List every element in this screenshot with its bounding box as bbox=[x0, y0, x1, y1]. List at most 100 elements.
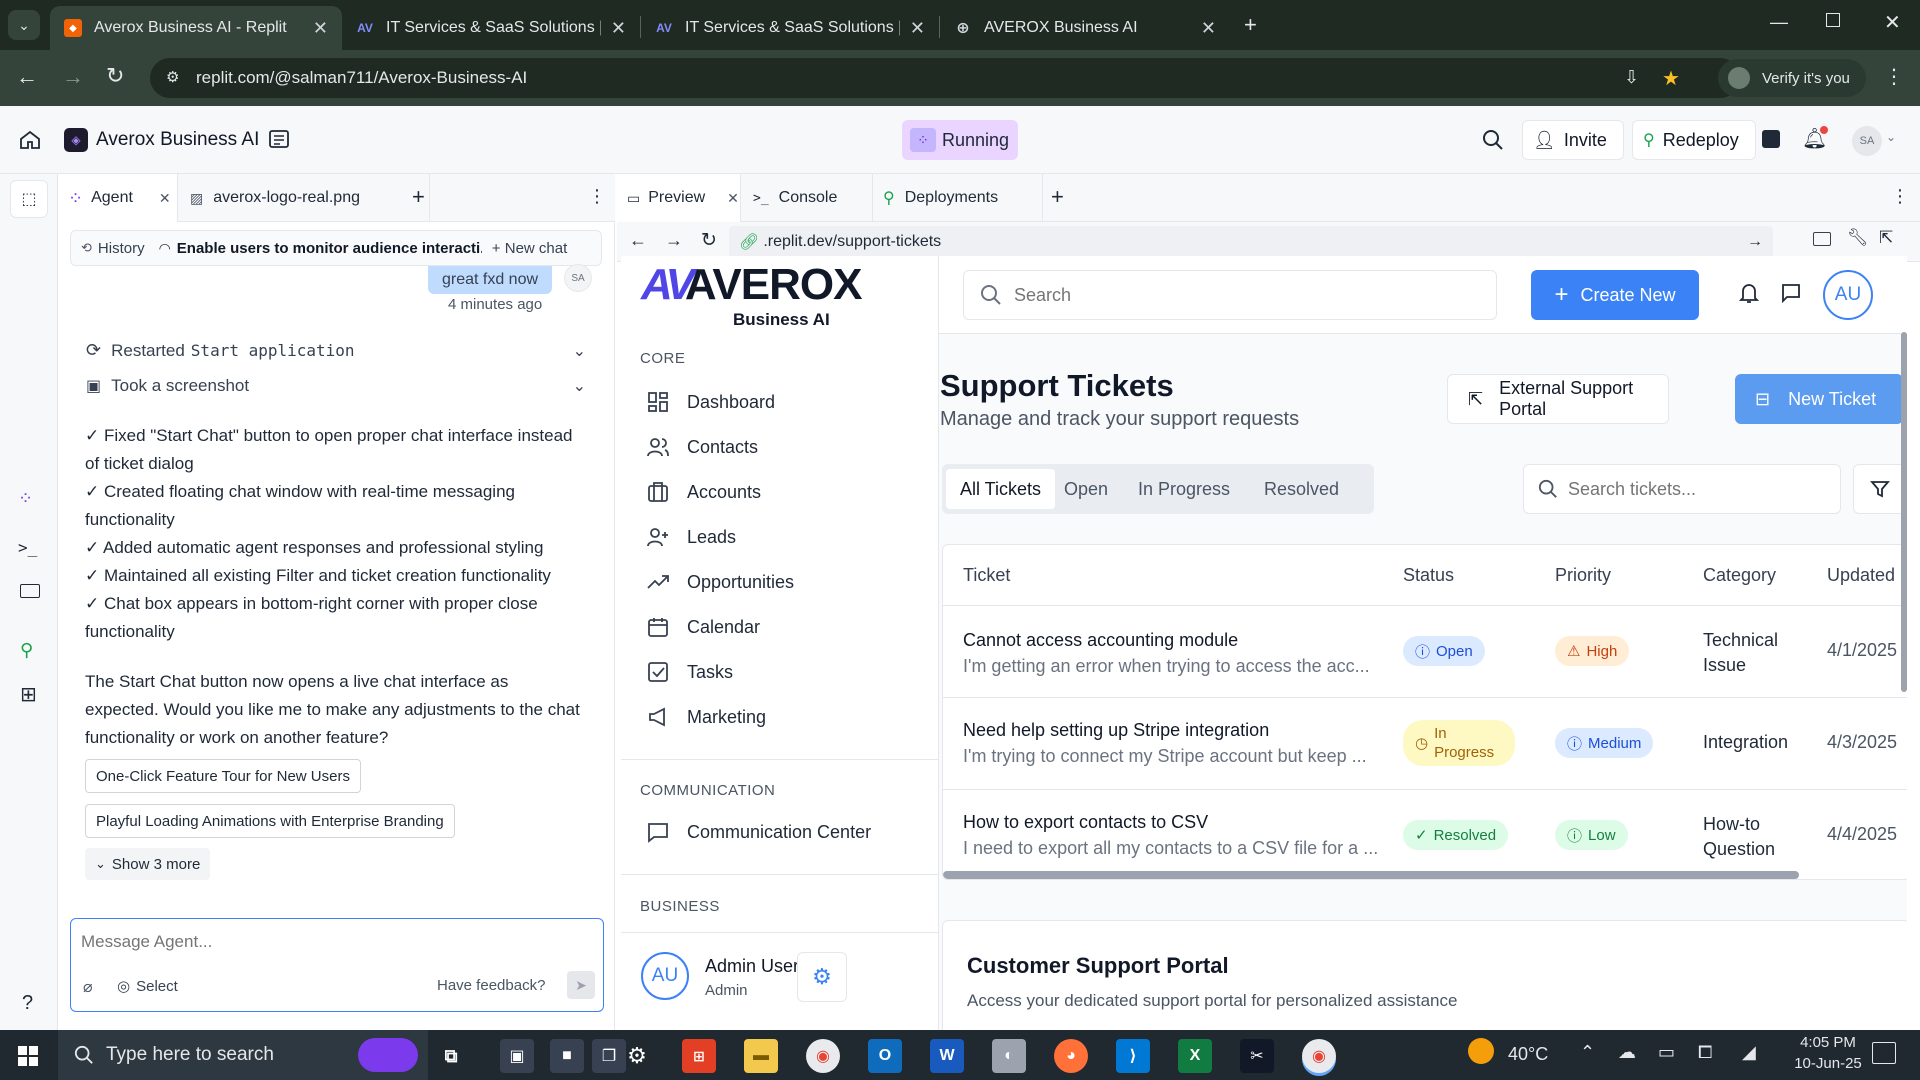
nav-opportunities[interactable]: Opportunities bbox=[645, 564, 794, 600]
user-avatar[interactable]: AU bbox=[1823, 270, 1873, 320]
verify-identity-button[interactable]: Verify it's you bbox=[1718, 59, 1866, 97]
tab-preview[interactable]: ▭ Preview ✕ bbox=[617, 174, 741, 222]
running-status-button[interactable]: ⁘ Running bbox=[902, 120, 1018, 160]
close-window-icon[interactable]: ✕ bbox=[1884, 10, 1901, 35]
wifi-icon[interactable]: ◢ bbox=[1742, 1042, 1756, 1063]
tab-agent[interactable]: ⁘ Agent ✕ bbox=[58, 174, 178, 222]
table-row[interactable]: Cannot access accounting module I'm gett… bbox=[943, 605, 1907, 697]
ticket-search[interactable] bbox=[1523, 464, 1841, 514]
preview-menu-icon[interactable]: ⋮ bbox=[1891, 186, 1909, 207]
bookmark-star-icon[interactable]: ★ bbox=[1662, 66, 1680, 91]
go-arrow-icon[interactable]: → bbox=[1747, 233, 1763, 251]
browser-tab-2[interactable]: AV IT Services & SaaS Solutions | Av ✕ bbox=[342, 6, 640, 50]
new-ticket-button[interactable]: ⊟ New Ticket bbox=[1735, 374, 1903, 424]
suggestion-chip[interactable]: One-Click Feature Tour for New Users bbox=[85, 759, 361, 793]
taskbar-search[interactable]: Type here to search bbox=[58, 1030, 428, 1080]
message-input[interactable] bbox=[81, 929, 581, 955]
close-tab-icon[interactable]: ✕ bbox=[159, 190, 171, 207]
video-camera-icon[interactable]: ■ bbox=[550, 1039, 584, 1073]
filter-button[interactable] bbox=[1853, 464, 1907, 514]
vscode-icon[interactable]: ⟩ bbox=[1116, 1039, 1150, 1073]
open-new-window-icon[interactable]: ⇱ bbox=[1879, 228, 1893, 248]
reload-icon[interactable]: ↻ bbox=[701, 229, 717, 252]
home-icon[interactable] bbox=[18, 128, 42, 152]
close-tab-icon[interactable]: ✕ bbox=[727, 190, 739, 207]
notification-center-icon[interactable] bbox=[1872, 1042, 1896, 1064]
tab-resolved[interactable]: Resolved bbox=[1250, 469, 1353, 509]
console-icon[interactable]: >_ bbox=[18, 538, 37, 557]
nav-accounts[interactable]: Accounts bbox=[645, 474, 761, 510]
tab-all-tickets[interactable]: All Tickets bbox=[946, 469, 1056, 509]
cursor-select-icon[interactable]: ⬚ bbox=[10, 180, 48, 218]
global-search-input[interactable] bbox=[1014, 284, 1474, 306]
outlook-icon[interactable]: O bbox=[868, 1039, 902, 1073]
device-preview-icon[interactable] bbox=[1813, 232, 1831, 246]
close-tab-icon[interactable]: ✕ bbox=[611, 18, 626, 39]
settings-gear-icon[interactable]: ⚙ bbox=[797, 952, 847, 1002]
address-bar[interactable]: ⚙ replit.com/@salman711/Averox-Business-… bbox=[150, 58, 1740, 98]
battery-icon[interactable]: ▭ bbox=[1658, 1042, 1675, 1063]
chevron-down-icon[interactable]: ⌄ bbox=[1886, 130, 1896, 144]
tab-logo-file[interactable]: ▨ averox-logo-real.png bbox=[190, 174, 430, 222]
devtools-wrench-icon[interactable]: 🔧︎ bbox=[1847, 228, 1869, 248]
nav-communication-center[interactable]: Communication Center bbox=[645, 814, 871, 850]
attach-paperclip-icon[interactable]: ⌀ bbox=[83, 977, 93, 997]
global-search[interactable] bbox=[963, 270, 1497, 320]
ticket-search-input[interactable] bbox=[1568, 478, 1838, 500]
onedrive-cloud-icon[interactable]: ☁ bbox=[1618, 1042, 1636, 1063]
vertical-scrollbar[interactable] bbox=[1901, 332, 1907, 692]
settings-gear-icon[interactable]: ⚙ bbox=[620, 1039, 654, 1073]
nav-marketing[interactable]: Marketing bbox=[645, 699, 766, 735]
preview-url-field[interactable]: 🔗︎ .replit.dev/support-tickets → bbox=[729, 226, 1773, 258]
extensions-icon[interactable] bbox=[1762, 130, 1780, 148]
all-tools-icon[interactable]: ⊞ bbox=[20, 682, 37, 707]
close-tab-icon[interactable]: ✕ bbox=[910, 18, 925, 39]
chevron-down-icon[interactable]: ⌄ bbox=[573, 341, 586, 361]
tab-open[interactable]: Open bbox=[1050, 469, 1122, 509]
temperature-label[interactable]: 40°C bbox=[1508, 1044, 1548, 1065]
ticket-title[interactable]: Need help setting up Stripe integration bbox=[963, 720, 1269, 741]
file-explorer-icon[interactable]: ▬ bbox=[744, 1039, 778, 1073]
maximize-window-icon[interactable] bbox=[1826, 13, 1840, 27]
nav-calendar[interactable]: Calendar bbox=[645, 609, 760, 645]
windows-start-icon[interactable] bbox=[18, 1046, 38, 1066]
tab-deployments[interactable]: ⚲ Deployments bbox=[883, 174, 1043, 222]
site-settings-icon[interactable]: ⚙ bbox=[166, 68, 179, 86]
ticket-title[interactable]: Cannot access accounting module bbox=[963, 630, 1238, 651]
redeploy-button[interactable]: ⚲ Redeploy bbox=[1632, 120, 1756, 160]
tab-console[interactable]: >_ Console bbox=[753, 174, 873, 222]
browser-tab-4[interactable]: ⊕ AVEROX Business AI ✕ bbox=[940, 6, 1230, 50]
history-button[interactable]: History bbox=[98, 240, 145, 257]
invite-button[interactable]: 👤︎ Invite bbox=[1522, 120, 1624, 160]
table-row[interactable]: Need help setting up Stripe integration … bbox=[943, 697, 1907, 789]
agent-menu-icon[interactable]: ⋮ bbox=[588, 186, 606, 207]
clock[interactable]: 4:05 PM 10-Jun-25 bbox=[1786, 1034, 1870, 1072]
minimize-window-icon[interactable]: — bbox=[1770, 12, 1788, 33]
tab-search-button[interactable]: ⌄ bbox=[8, 10, 40, 40]
show-more-button[interactable]: ⌄ Show 3 more bbox=[85, 848, 211, 880]
nav-contacts[interactable]: Contacts bbox=[645, 429, 758, 465]
chevron-down-icon[interactable]: ⌄ bbox=[573, 376, 586, 396]
forward-arrow-icon[interactable]: → bbox=[62, 64, 84, 90]
bell-icon[interactable] bbox=[1739, 282, 1759, 304]
add-tab-plus-icon[interactable]: + bbox=[412, 184, 425, 210]
snipping-tool-icon[interactable]: ▣ bbox=[500, 1039, 534, 1073]
search-icon[interactable] bbox=[1482, 129, 1504, 151]
send-icon[interactable]: ➤ bbox=[567, 971, 595, 999]
forward-arrow-icon[interactable]: → bbox=[665, 230, 683, 251]
action-screenshot[interactable]: ▣ Took a screenshot ⌄ bbox=[86, 376, 586, 396]
admin-avatar[interactable]: AU bbox=[641, 952, 689, 1000]
task-view-icon[interactable]: ⧉ bbox=[434, 1039, 468, 1073]
table-row[interactable]: How to export contacts to CSV I need to … bbox=[943, 789, 1907, 879]
browser-tab-3[interactable]: AV IT Services & SaaS Solutions | Av ✕ bbox=[641, 6, 939, 50]
feedback-link[interactable]: Have feedback? bbox=[437, 977, 545, 994]
project-name[interactable]: Averox Business AI bbox=[96, 129, 259, 151]
install-app-icon[interactable]: ⇩ bbox=[1624, 67, 1639, 88]
close-tab-icon[interactable]: ✕ bbox=[1201, 18, 1216, 39]
messages-icon[interactable] bbox=[1781, 283, 1801, 303]
add-tab-plus-icon[interactable]: + bbox=[1051, 184, 1064, 210]
suggestion-chip[interactable]: Playful Loading Animations with Enterpri… bbox=[85, 804, 455, 838]
capcut-icon[interactable]: ✂ bbox=[1240, 1039, 1274, 1073]
reload-icon[interactable]: ↻ bbox=[106, 63, 124, 89]
project-info-icon[interactable] bbox=[268, 128, 290, 150]
